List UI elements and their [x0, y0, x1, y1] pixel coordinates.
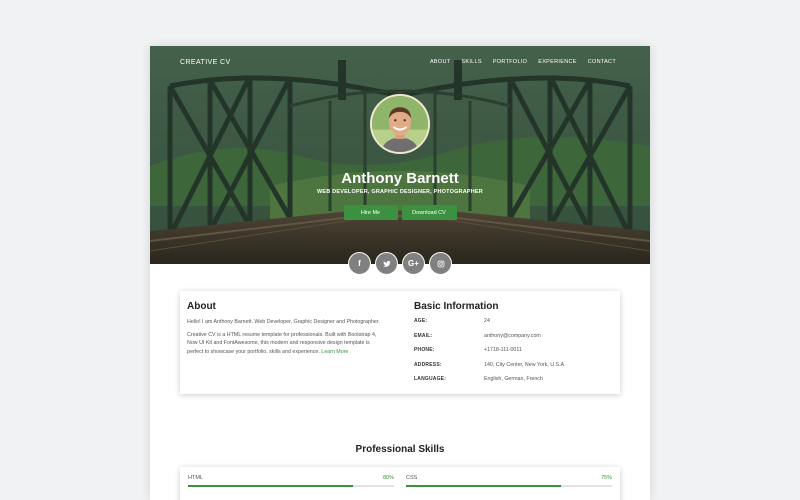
skill-html: HTML 80% — [188, 475, 394, 487]
about-section: About Hello! I am Anthony Barnett. Web D… — [187, 301, 383, 360]
basic-info-section: Basic Information AGE: 24 EMAIL: anthony… — [414, 301, 614, 391]
hero-background-bridge — [150, 46, 650, 264]
info-key: LANGUAGE: — [414, 376, 447, 382]
skill-percent: 80% — [382, 475, 394, 481]
skills-card: HTML 80% CSS 75% — [180, 467, 620, 500]
about-intro: Hello! I am Anthony Barnett. Web Develop… — [187, 319, 380, 325]
about-heading: About — [187, 301, 216, 312]
info-value: 24 — [484, 318, 490, 324]
skill-progress-fill — [406, 485, 561, 487]
skill-percent: 75% — [600, 475, 612, 481]
nav-link-portfolio[interactable]: PORTFOLIO — [493, 59, 527, 65]
download-cv-button[interactable]: Download CV — [401, 205, 457, 220]
info-value: anthony@company.com — [484, 332, 541, 339]
profile-photo — [372, 96, 428, 152]
nav-link-experience[interactable]: EXPERIENCE — [538, 59, 576, 65]
top-navigation: CREATIVE CV ABOUT SKILLS PORTFOLIO EXPER… — [150, 46, 650, 78]
avatar — [370, 94, 430, 154]
info-key: ADDRESS: — [414, 361, 442, 368]
twitter-icon[interactable] — [375, 252, 398, 275]
info-value: +1718-111-0011 — [484, 347, 522, 353]
info-card: About Hello! I am Anthony Barnett. Web D… — [180, 291, 620, 394]
info-key: AGE: — [414, 318, 428, 324]
info-key: EMAIL: — [414, 332, 433, 339]
skill-name: CSS — [406, 475, 418, 481]
nav-links: ABOUT SKILLS PORTFOLIO EXPERIENCE CONTAC… — [430, 59, 616, 65]
hero-section: CREATIVE CV ABOUT SKILLS PORTFOLIO EXPER… — [150, 46, 650, 264]
info-row-address: ADDRESS: 140, City Center, New York, U.S… — [414, 362, 614, 377]
info-row-phone: PHONE: +1718-111-0011 — [414, 347, 614, 362]
basic-info-heading: Basic Information — [414, 301, 499, 312]
profile-name: Anthony Barnett — [341, 170, 459, 187]
skills-heading: Professional Skills — [355, 444, 445, 455]
nav-link-contact[interactable]: CONTACT — [588, 59, 616, 65]
page-frame: CREATIVE CV ABOUT SKILLS PORTFOLIO EXPER… — [150, 46, 650, 500]
skill-progress-track — [406, 485, 612, 487]
info-row-email: EMAIL: anthony@company.com — [414, 333, 614, 348]
info-key: PHONE: — [414, 347, 435, 353]
brand-logo[interactable]: CREATIVE CV — [180, 59, 231, 66]
about-description: Creative CV is a HTML resume template fo… — [187, 331, 383, 357]
social-links: f G+ — [150, 252, 650, 275]
info-row-age: AGE: 24 — [414, 318, 614, 333]
info-row-language: LANGUAGE: English, German, French — [414, 376, 614, 391]
info-value: English, German, French — [484, 376, 543, 382]
hire-me-button[interactable]: Hire Me — [343, 205, 398, 220]
learn-more-link[interactable]: Learn More — [321, 349, 348, 355]
skill-css: CSS 75% — [406, 475, 612, 487]
skill-name: HTML — [188, 475, 203, 481]
info-value: 140, City Center, New York, U.S.A — [484, 361, 565, 368]
hero-buttons: Hire Me Download CV — [150, 205, 650, 220]
profile-tagline: WEB DEVELOPER, GRAPHIC DESIGNER, PHOTOGR… — [317, 189, 483, 195]
nav-link-skills[interactable]: SKILLS — [461, 59, 481, 65]
nav-link-about[interactable]: ABOUT — [430, 59, 450, 65]
skill-progress-track — [188, 485, 394, 487]
google-plus-icon[interactable]: G+ — [402, 252, 425, 275]
facebook-icon[interactable]: f — [348, 252, 371, 275]
instagram-icon[interactable] — [429, 252, 452, 275]
skill-progress-fill — [188, 485, 353, 487]
